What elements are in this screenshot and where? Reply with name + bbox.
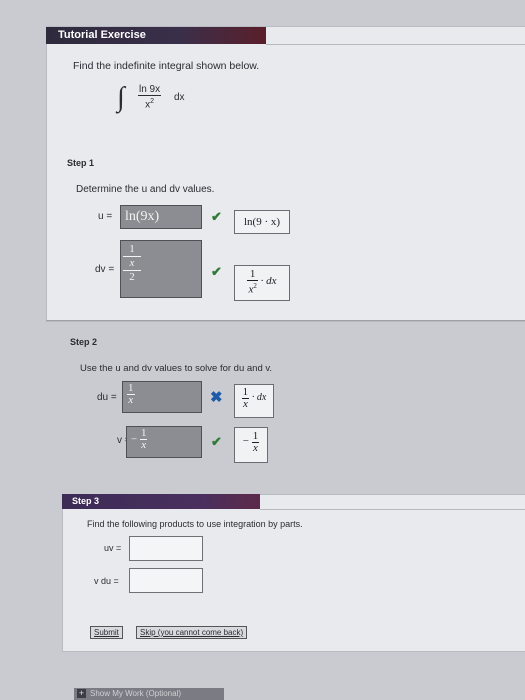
dv-answer-den-exp: 2 bbox=[253, 282, 257, 290]
show-work-plus-icon: + bbox=[77, 688, 86, 698]
integrand-numerator: ln 9x bbox=[138, 84, 162, 96]
integral-sign: ∫ bbox=[117, 82, 125, 113]
step1-instruction: Determine the u and dv values. bbox=[76, 184, 215, 195]
tutorial-header: Tutorial Exercise bbox=[46, 27, 266, 44]
integrand-differential: dx bbox=[174, 92, 185, 103]
dv-label: dv = bbox=[95, 264, 115, 275]
dv-input-num: 1 bbox=[123, 243, 141, 257]
u-input[interactable]: ln(9x) bbox=[120, 205, 202, 229]
skip-button[interactable]: Skip (you cannot come back) bbox=[136, 626, 248, 639]
dv-correct-check-icon: ✔ bbox=[211, 264, 222, 279]
show-work-label: Show My Work (Optional) bbox=[90, 689, 181, 698]
step1-label: Step 1 bbox=[67, 158, 95, 168]
v-correct-answer: − 1 x bbox=[234, 427, 268, 463]
uv-label: uv = bbox=[104, 543, 122, 553]
integrand-exponent: 2 bbox=[150, 98, 155, 105]
step2-label: Step 2 bbox=[70, 337, 98, 347]
uv-input[interactable] bbox=[129, 536, 203, 561]
v-input-fraction: − 1 x bbox=[131, 428, 148, 451]
v-input-sign: − bbox=[131, 433, 138, 446]
du-input-den: x bbox=[128, 394, 134, 406]
dv-correct-answer: 1 x2 · dx bbox=[234, 265, 290, 301]
vdu-input[interactable] bbox=[129, 568, 203, 593]
du-answer-den: x bbox=[242, 398, 248, 410]
u-answer-value: ln(9 · x) bbox=[243, 216, 281, 228]
tutorial-title: Tutorial Exercise bbox=[58, 29, 146, 41]
integrand-fraction: ln 9x x2 bbox=[138, 84, 162, 110]
du-input-fraction: 1 x bbox=[127, 383, 135, 406]
v-input-den: x bbox=[141, 439, 147, 451]
du-label: du = bbox=[97, 392, 117, 403]
problem-prompt: Find the indefinite integral shown below… bbox=[73, 60, 260, 72]
dv-answer-num: 1 bbox=[247, 269, 258, 281]
step3-instruction: Find the following products to use integ… bbox=[87, 519, 303, 529]
u-correct-check-icon: ✔ bbox=[211, 209, 222, 224]
du-incorrect-x-icon: ✖ bbox=[210, 389, 223, 406]
step2-instruction: Use the u and dv values to solve for du … bbox=[80, 363, 273, 374]
header-rule bbox=[266, 44, 525, 45]
v-answer-sign: − bbox=[242, 435, 249, 447]
dv-input-den: 2 bbox=[129, 271, 135, 283]
v-correct-check-icon: ✔ bbox=[211, 434, 222, 449]
v-answer-den: x bbox=[253, 442, 258, 454]
step3-header: Step 3 bbox=[62, 494, 260, 509]
step3-label: Step 3 bbox=[72, 496, 100, 506]
du-correct-answer: 1 x · dx bbox=[234, 384, 274, 418]
u-input-value: ln(9x) bbox=[125, 209, 160, 224]
dv-input-stack: 1 x 2 bbox=[123, 243, 141, 284]
du-answer-suffix: · dx bbox=[251, 392, 267, 403]
dv-input-mid: x bbox=[123, 257, 141, 271]
step3-header-rule bbox=[260, 509, 525, 510]
step1-divider bbox=[46, 320, 525, 321]
u-label: u = bbox=[98, 211, 113, 222]
u-correct-answer: ln(9 · x) bbox=[234, 210, 290, 234]
vdu-label: v du = bbox=[94, 576, 119, 586]
dv-answer-suffix: · dx bbox=[260, 274, 277, 287]
submit-button[interactable]: Submit bbox=[90, 626, 123, 639]
